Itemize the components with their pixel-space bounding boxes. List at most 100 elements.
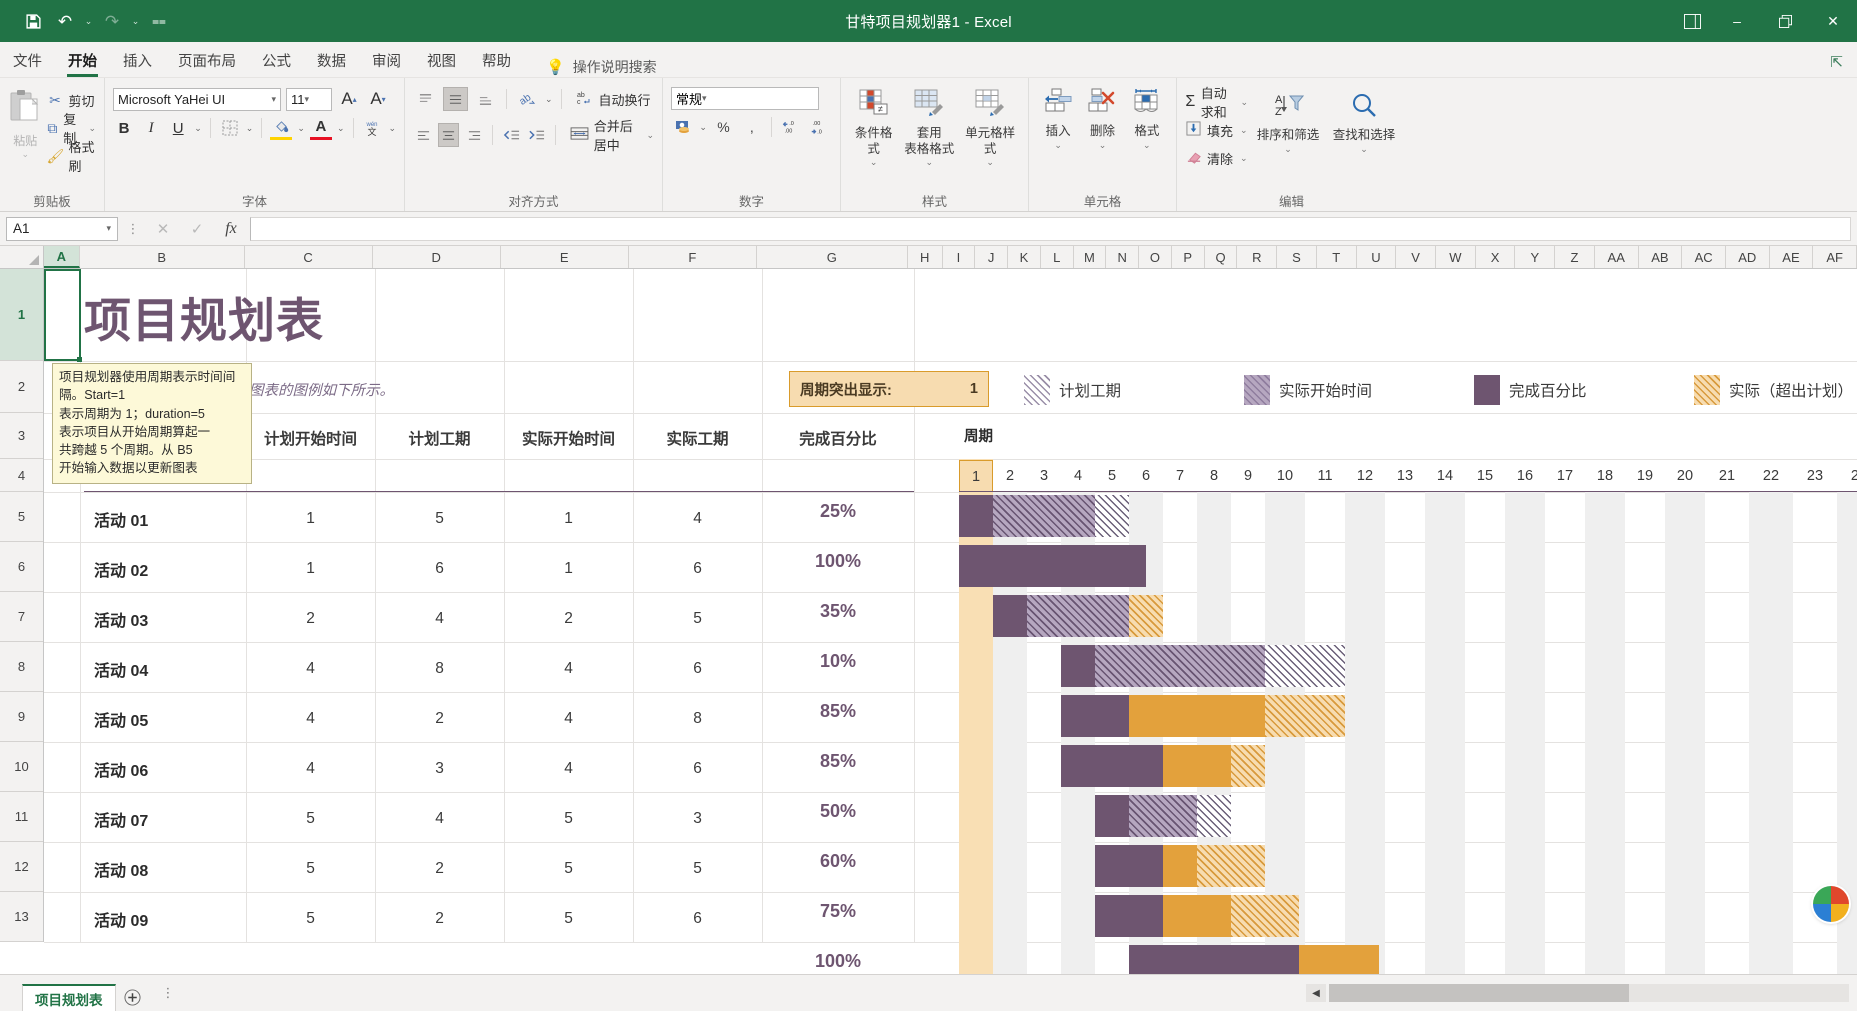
period-header-21[interactable]: 21	[1705, 460, 1749, 492]
find-select-button[interactable]: 查找和选择 ⌄	[1330, 88, 1398, 189]
insert-function-button[interactable]: fx	[216, 217, 246, 241]
period-header-16[interactable]: 16	[1505, 460, 1545, 492]
accounting-dropdown-icon[interactable]: ⌄	[699, 122, 707, 133]
period-header-9[interactable]: 9	[1231, 460, 1265, 492]
period-header-24[interactable]: 24	[1837, 460, 1857, 492]
column-header-N[interactable]: N	[1106, 246, 1140, 268]
column-header-AD[interactable]: AD	[1725, 246, 1770, 268]
number-format-select[interactable]: 常规 ▾	[671, 87, 819, 110]
row-header-10[interactable]: 10	[0, 742, 43, 792]
phonetic-dropdown-icon[interactable]: ⌄	[389, 123, 397, 134]
period-header-17[interactable]: 17	[1545, 460, 1585, 492]
period-header-8[interactable]: 8	[1197, 460, 1231, 492]
copy-dropdown-icon[interactable]: ⌄	[88, 123, 96, 134]
sort-filter-button[interactable]: A Z 排序和筛选 ⌄	[1254, 88, 1322, 189]
period-header-14[interactable]: 14	[1425, 460, 1465, 492]
orientation-dropdown-icon[interactable]: ⌄	[545, 94, 553, 105]
align-top-button[interactable]	[413, 87, 438, 111]
fill-dropdown-icon[interactable]: ⌄	[1240, 125, 1248, 136]
column-header-P[interactable]: P	[1171, 246, 1205, 268]
column-header-AB[interactable]: AB	[1638, 246, 1683, 268]
format-dropdown-icon[interactable]: ⌄	[1143, 140, 1151, 151]
name-box[interactable]: A1 ▾	[6, 216, 118, 241]
column-header-I[interactable]: I	[942, 246, 976, 268]
tab-review[interactable]: 审阅	[359, 43, 414, 77]
merge-center-button[interactable]: 合并后居中 ⌄	[570, 116, 654, 154]
font-name-input[interactable]: Microsoft YaHei UI ▾	[113, 87, 281, 111]
underline-button[interactable]: U	[167, 116, 189, 140]
period-header-23[interactable]: 23	[1793, 460, 1837, 492]
column-header-F[interactable]: F	[628, 246, 757, 268]
font-size-input[interactable]: 11 ▾	[286, 87, 332, 111]
column-header-AC[interactable]: AC	[1682, 246, 1726, 268]
row-header-4[interactable]: 4	[0, 459, 43, 492]
horizontal-scrollbar[interactable]: ◀	[1306, 975, 1857, 1011]
autosum-button[interactable]: Σ 自动求和 ⌄	[1185, 86, 1248, 120]
orientation-button[interactable]: ab	[515, 87, 540, 111]
confirm-entry-button[interactable]: ✓	[182, 217, 212, 241]
align-center-button[interactable]	[438, 123, 460, 147]
align-bottom-button[interactable]	[473, 87, 498, 111]
font-color-dropdown-icon[interactable]: ⌄	[337, 123, 345, 134]
format-painter-button[interactable]: 🖌 格式刷	[46, 140, 96, 174]
clear-button[interactable]: 清除 ⌄	[1185, 144, 1248, 172]
tab-insert[interactable]: 插入	[110, 43, 165, 77]
column-header-J[interactable]: J	[975, 246, 1009, 268]
period-header-20[interactable]: 20	[1665, 460, 1705, 492]
borders-dropdown-icon[interactable]: ⌄	[246, 123, 254, 134]
cell-styles-button[interactable]: 单元格样式 ⌄	[960, 84, 1020, 189]
number-format-dropdown-icon[interactable]: ▾	[702, 93, 707, 104]
italic-button[interactable]: I	[140, 116, 162, 140]
row-header-8[interactable]: 8	[0, 642, 43, 692]
tell-me-search[interactable]: 💡 操作说明搜索	[524, 57, 657, 77]
period-header-1[interactable]: 1	[959, 460, 993, 492]
column-header-Z[interactable]: Z	[1555, 246, 1595, 268]
period-header-10[interactable]: 10	[1265, 460, 1305, 492]
insert-dropdown-icon[interactable]: ⌄	[1054, 140, 1062, 151]
fill-color-button[interactable]	[270, 116, 293, 140]
column-header-X[interactable]: X	[1475, 246, 1516, 268]
wrap-text-button[interactable]: ab c 自动换行	[576, 90, 651, 109]
column-header-S[interactable]: S	[1277, 246, 1317, 268]
name-box-dropdown-icon[interactable]: ▾	[106, 223, 111, 234]
scroll-thumb[interactable]	[1329, 984, 1629, 1002]
delete-cells-button[interactable]: 删除 ⌄	[1081, 84, 1123, 189]
tab-home[interactable]: 开始	[55, 43, 110, 77]
clear-dropdown-icon[interactable]: ⌄	[1240, 153, 1248, 164]
column-header-W[interactable]: W	[1436, 246, 1476, 268]
comma-style-button[interactable]: ,	[740, 115, 763, 139]
cell-styles-dropdown-icon[interactable]: ⌄	[986, 157, 994, 168]
period-header-15[interactable]: 15	[1465, 460, 1505, 492]
format-as-table-button[interactable]: 套用 表格格式 ⌄	[900, 84, 958, 189]
column-header-C[interactable]: C	[244, 246, 373, 268]
fill-button[interactable]: 填充 ⌄	[1185, 116, 1248, 144]
column-header-G[interactable]: G	[756, 246, 908, 268]
column-header-AE[interactable]: AE	[1769, 246, 1814, 268]
column-header-M[interactable]: M	[1073, 246, 1107, 268]
increase-font-size-button[interactable]: A ▴	[337, 87, 361, 111]
period-highlight-input[interactable]: 周期突出显示: 1	[789, 371, 989, 407]
tab-view[interactable]: 视图	[414, 43, 469, 77]
column-header-A[interactable]: A	[44, 246, 80, 268]
column-header-U[interactable]: U	[1356, 246, 1397, 268]
row-header-9[interactable]: 9	[0, 692, 43, 742]
column-header-Y[interactable]: Y	[1515, 246, 1556, 268]
scroll-track[interactable]	[1329, 984, 1849, 1002]
period-header-12[interactable]: 12	[1345, 460, 1385, 492]
font-size-dropdown-icon[interactable]: ▾	[305, 94, 310, 105]
row-header-11[interactable]: 11	[0, 792, 43, 842]
column-header-AF[interactable]: AF	[1813, 246, 1857, 268]
delete-dropdown-icon[interactable]: ⌄	[1099, 140, 1107, 151]
row-header-1[interactable]: 1	[0, 269, 43, 361]
column-header-AA[interactable]: AA	[1594, 246, 1639, 268]
column-header-E[interactable]: E	[500, 246, 629, 268]
column-header-L[interactable]: L	[1040, 246, 1074, 268]
borders-button[interactable]	[219, 116, 241, 140]
row-header-2[interactable]: 2	[0, 361, 43, 413]
row-header-12[interactable]: 12	[0, 842, 43, 892]
share-icon[interactable]: ⇱	[1830, 53, 1843, 71]
paste-dropdown-icon[interactable]: ⌄	[21, 149, 29, 160]
tab-help[interactable]: 帮助	[469, 43, 524, 77]
decrease-font-size-button[interactable]: A ▾	[366, 87, 390, 111]
align-right-button[interactable]	[464, 123, 484, 147]
